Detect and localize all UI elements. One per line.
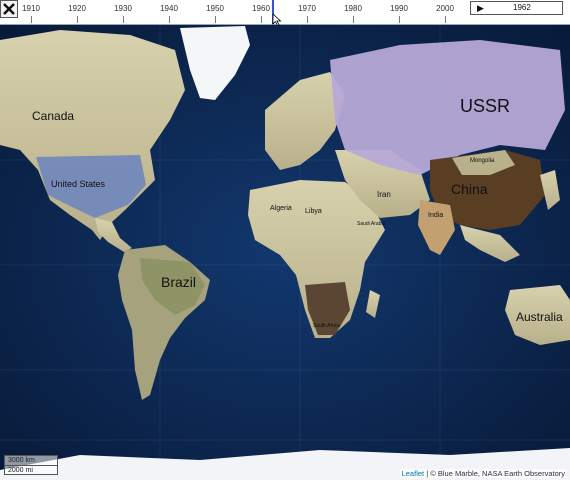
label-south-africa: South Africa — [313, 323, 340, 329]
tick-1990: 1990 — [390, 4, 408, 13]
label-united-states: United States — [51, 179, 106, 189]
tick-1940: 1940 — [160, 4, 178, 13]
label-iran: Iran — [377, 190, 391, 199]
tick-mark — [77, 16, 78, 23]
tick-mark — [169, 16, 170, 23]
label-algeria: Algeria — [270, 205, 292, 212]
world-map — [0, 25, 570, 480]
tick-mark — [307, 16, 308, 23]
tick-1930: 1930 — [114, 4, 132, 13]
tick-2000: 2000 — [436, 4, 454, 13]
close-button[interactable] — [0, 0, 18, 18]
map-attribution: Leaflet | © Blue Marble, NASA Earth Obse… — [399, 469, 567, 478]
tick-mark — [399, 16, 400, 23]
label-canada: Canada — [32, 109, 75, 123]
tick-1980: 1980 — [344, 4, 362, 13]
tick-mark — [261, 16, 262, 23]
timeline-bar[interactable]: 1910 1920 1930 1940 1950 1960 1970 1980 … — [0, 0, 570, 26]
year-control[interactable]: ▶ 1962 — [470, 1, 563, 15]
tick-mark — [31, 16, 32, 23]
map-scale: 3000 km 2000 mi — [4, 455, 58, 475]
tick-1960: 1960 — [252, 4, 270, 13]
tick-mark — [445, 16, 446, 23]
label-mongolia: Mongolia — [470, 158, 495, 164]
tick-1910: 1910 — [22, 4, 40, 13]
label-ussr: USSR — [460, 96, 511, 116]
label-india: India — [428, 212, 444, 219]
label-saudi-arabia: Saudi Arabia — [357, 221, 386, 227]
tick-1920: 1920 — [68, 4, 86, 13]
label-brazil: Brazil — [161, 274, 197, 290]
tick-1970: 1970 — [298, 4, 316, 13]
leaflet-link[interactable]: Leaflet — [402, 469, 425, 478]
play-icon[interactable]: ▶ — [477, 3, 484, 14]
label-china: China — [451, 181, 488, 197]
scale-mi: 2000 mi — [8, 467, 33, 474]
scale-km: 3000 km — [5, 456, 57, 466]
label-australia: Australia — [516, 310, 563, 324]
map-view[interactable]: Canada United States Brazil USSR China M… — [0, 25, 570, 480]
attribution-text: | © Blue Marble, NASA Earth Observatory — [424, 469, 565, 478]
tick-mark — [353, 16, 354, 23]
tick-mark — [123, 16, 124, 23]
label-libya: Libya — [305, 208, 322, 215]
close-icon — [3, 3, 15, 15]
tick-mark — [215, 16, 216, 23]
current-year: 1962 — [513, 3, 531, 12]
tick-1950: 1950 — [206, 4, 224, 13]
